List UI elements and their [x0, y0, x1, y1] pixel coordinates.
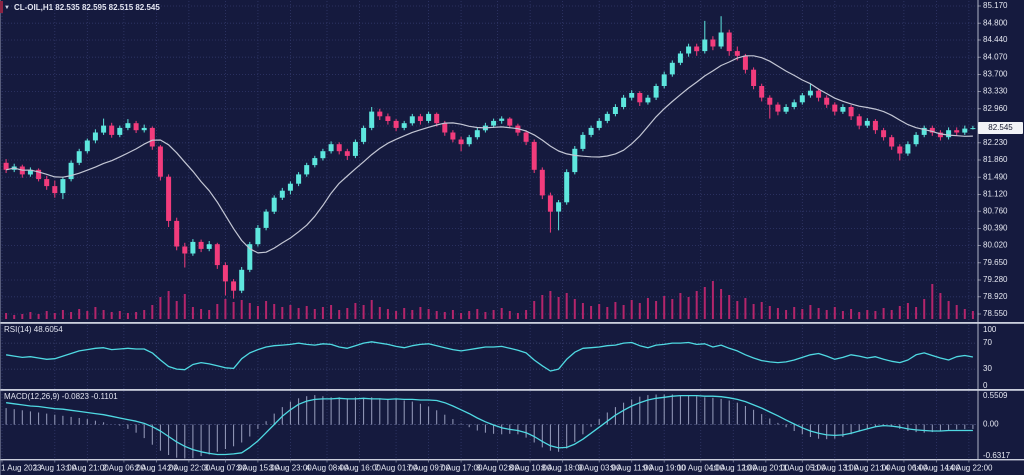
price-axis-label: 84.440: [983, 35, 1008, 44]
rsi-indicator-label: RSI(14) 48.6054: [4, 325, 63, 335]
macd-axis-label: -0.6317: [983, 451, 1011, 460]
rsi-axis-label: 30: [983, 364, 992, 373]
price-axis-label: 85.170: [983, 1, 1008, 10]
macd-axis-label: 0.5509: [983, 391, 1008, 400]
price-axis-label: 78.920: [983, 292, 1008, 301]
price-axis-label: 79.280: [983, 275, 1008, 284]
time-axis-label: 14 Aug 22:00: [945, 464, 993, 473]
panel-separators: [0, 0, 1024, 475]
macd-indicator-label: MACD(12,26,9) -0.0823 -0.1101: [4, 392, 118, 402]
price-axis-label: 79.650: [983, 258, 1008, 267]
rsi-line: [6, 342, 973, 371]
price-axis-label: 82.960: [983, 104, 1008, 113]
price-axis-label: 84.800: [983, 18, 1008, 27]
price-axis-label: 81.490: [983, 172, 1008, 181]
rsi-axis: 100 70 30 0: [983, 325, 997, 390]
symbol-dropdown-icon[interactable]: ▼: [4, 3, 10, 13]
price-axis-label: 80.390: [983, 224, 1008, 233]
chart-canvas[interactable]: 85.170 84.800 84.440 84.070 83.700 83.330 82.9…: [0, 0, 1024, 475]
time-axis[interactable]: 1 Aug 20231 Aug 13:001 Aug 21:002 Aug 06…: [1, 460, 993, 473]
price-axis-label: 83.330: [983, 87, 1008, 96]
price-axis-label: 78.550: [983, 309, 1008, 318]
price-axis-label: 83.700: [983, 70, 1008, 79]
price-axis-label: 84.070: [983, 52, 1008, 61]
rsi-axis-label: 0: [983, 381, 988, 390]
price-axis-label: 80.020: [983, 241, 1008, 250]
rsi-axis-label: 100: [983, 325, 997, 334]
volume-layer: [5, 281, 974, 319]
macd-signal-line: [6, 396, 973, 455]
price-axis[interactable]: 85.170 84.800 84.440 84.070 83.700 83.330 82.9…: [978, 1, 1009, 318]
macd-axis: 0.5509 0.00 -0.6317: [983, 391, 1011, 460]
window-edge-accent: [0, 1, 3, 13]
macd-axis-label: 0.00: [983, 420, 999, 429]
candles-layer: [4, 16, 976, 298]
price-axis-label: 81.860: [983, 155, 1008, 164]
price-axis-label: 81.120: [983, 190, 1008, 199]
chart-title-text: CL-OIL,H1 82.535 82.595 82.515 82.545: [14, 3, 160, 13]
price-axis-label: 80.760: [983, 206, 1008, 215]
current-price-tag: 82.545: [978, 122, 1023, 134]
ma-line: [6, 56, 973, 253]
trading-chart-window: 85.170 84.800 84.440 84.070 83.700 83.330 82.9…: [0, 0, 1024, 475]
rsi-axis-label: 70: [983, 338, 992, 347]
chart-title: ▼ CL-OIL,H1 82.535 82.595 82.515 82.545: [4, 3, 160, 13]
price-axis-label: 82.230: [983, 138, 1008, 147]
